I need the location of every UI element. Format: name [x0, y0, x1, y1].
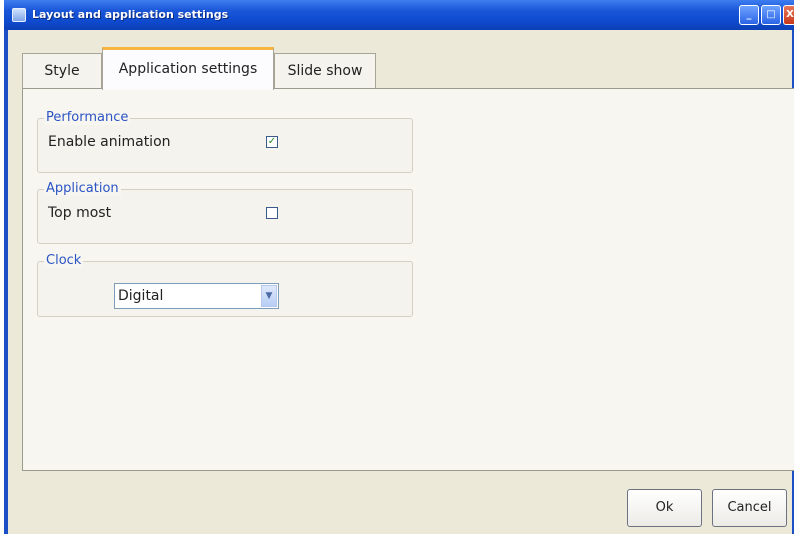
tab-slide-show[interactable]: Slide show — [274, 53, 376, 89]
clock-type-value: Digital — [118, 288, 164, 304]
maximize-button[interactable]: □ — [761, 5, 781, 25]
close-button[interactable]: X — [783, 5, 794, 25]
application-legend: Application — [44, 181, 121, 196]
title-bar[interactable]: Layout and application settings _ □ X — [4, 0, 794, 30]
performance-legend: Performance — [44, 110, 131, 125]
window-title: Layout and application settings — [32, 8, 229, 21]
clock-legend: Clock — [44, 253, 84, 268]
tab-style[interactable]: Style — [22, 53, 102, 89]
chevron-down-icon[interactable]: ▼ — [261, 285, 277, 307]
enable-animation-checkbox[interactable]: ✓ — [266, 136, 278, 148]
top-most-checkbox[interactable] — [266, 207, 278, 219]
clock-group: Clock Digital ▼ — [37, 253, 413, 317]
cancel-button[interactable]: Cancel — [712, 489, 787, 527]
minimize-button[interactable]: _ — [739, 5, 759, 25]
clock-type-select[interactable]: Digital ▼ — [114, 283, 279, 309]
app-window-icon — [12, 8, 26, 22]
enable-animation-label: Enable animation — [48, 134, 171, 150]
tab-panel-application-settings: Performance Enable animation ✓ Applicati… — [22, 88, 794, 471]
top-most-label: Top most — [48, 205, 112, 221]
performance-group: Performance Enable animation ✓ — [37, 110, 413, 173]
tab-application-settings[interactable]: Application settings — [102, 47, 274, 90]
ok-button[interactable]: Ok — [627, 489, 702, 527]
application-group: Application Top most — [37, 181, 413, 244]
